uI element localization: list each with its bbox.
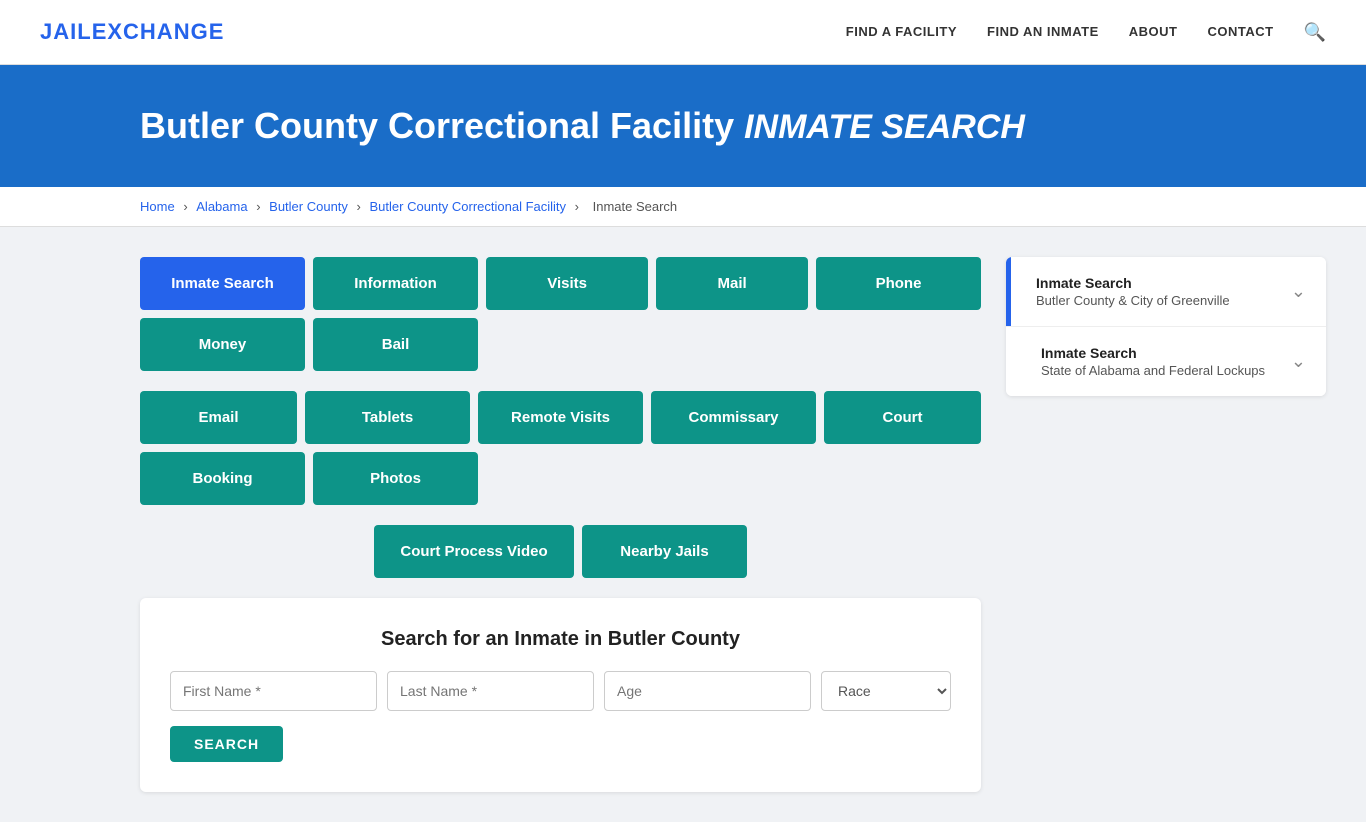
sidebar-card: Inmate Search Butler County & City of Gr… xyxy=(1006,257,1326,396)
navbar: JAILEXCHANGE FIND A FACILITY FIND AN INM… xyxy=(0,0,1366,65)
main-content: Inmate Search Information Visits Mail Ph… xyxy=(0,227,1366,822)
btn-booking[interactable]: Booking xyxy=(140,452,305,505)
sidebar-item-2-subtitle: State of Alabama and Federal Lockups xyxy=(1041,363,1291,378)
nav-find-inmate[interactable]: FIND AN INMATE xyxy=(987,24,1099,39)
chevron-down-icon-1: ⌄ xyxy=(1291,281,1306,302)
btn-visits[interactable]: Visits xyxy=(486,257,648,310)
logo[interactable]: JAILEXCHANGE xyxy=(40,19,224,45)
blue-accent-bar xyxy=(1006,257,1011,326)
nav-links: FIND A FACILITY FIND AN INMATE ABOUT CON… xyxy=(846,22,1326,43)
breadcrumb: Home › Alabama › Butler County › Butler … xyxy=(0,187,1366,227)
btn-information[interactable]: Information xyxy=(313,257,478,310)
search-icon[interactable]: 🔍 xyxy=(1304,22,1326,42)
sidebar-item-butler-county[interactable]: Inmate Search Butler County & City of Gr… xyxy=(1006,257,1326,327)
sidebar-item-alabama[interactable]: Inmate Search State of Alabama and Feder… xyxy=(1006,327,1326,396)
breadcrumb-home[interactable]: Home xyxy=(140,199,175,214)
breadcrumb-alabama[interactable]: Alabama xyxy=(196,199,247,214)
breadcrumb-current: Inmate Search xyxy=(593,199,678,214)
hero-title-em: INMATE SEARCH xyxy=(744,108,1025,146)
btn-court-process-video[interactable]: Court Process Video xyxy=(374,525,574,578)
btn-commissary[interactable]: Commissary xyxy=(651,391,816,444)
btn-mail[interactable]: Mail xyxy=(656,257,808,310)
breadcrumb-butler-county[interactable]: Butler County xyxy=(269,199,348,214)
btn-remote-visits[interactable]: Remote Visits xyxy=(478,391,643,444)
btn-photos[interactable]: Photos xyxy=(313,452,478,505)
chevron-down-icon-2: ⌄ xyxy=(1291,351,1306,372)
first-name-input[interactable] xyxy=(170,671,377,711)
nav-buttons-row1: Inmate Search Information Visits Mail Ph… xyxy=(140,257,981,371)
btn-email[interactable]: Email xyxy=(140,391,297,444)
breadcrumb-sep-2: › xyxy=(256,199,264,214)
btn-tablets[interactable]: Tablets xyxy=(305,391,470,444)
logo-suffix: EXCHANGE xyxy=(92,19,225,44)
age-input[interactable] xyxy=(604,671,811,711)
search-card: Search for an Inmate in Butler County Ra… xyxy=(140,598,981,792)
breadcrumb-facility[interactable]: Butler County Correctional Facility xyxy=(370,199,567,214)
hero-title: Butler County Correctional Facility INMA… xyxy=(140,105,1326,147)
btn-phone[interactable]: Phone xyxy=(816,257,981,310)
btn-bail[interactable]: Bail xyxy=(313,318,478,371)
nav-buttons-row2: Email Tablets Remote Visits Commissary C… xyxy=(140,391,981,505)
search-title: Search for an Inmate in Butler County xyxy=(170,628,951,651)
nav-buttons-row3: Court Process Video Nearby Jails xyxy=(140,525,981,578)
breadcrumb-sep-3: › xyxy=(357,199,365,214)
sidebar-item-2-title: Inmate Search xyxy=(1041,345,1291,361)
sidebar-row-text-1: Inmate Search Butler County & City of Gr… xyxy=(1026,275,1291,308)
sidebar-item-1-subtitle: Butler County & City of Greenville xyxy=(1036,293,1291,308)
btn-inmate-search[interactable]: Inmate Search xyxy=(140,257,305,310)
btn-court[interactable]: Court xyxy=(824,391,981,444)
search-form-row: Race xyxy=(170,671,951,711)
btn-nearby-jails[interactable]: Nearby Jails xyxy=(582,525,747,578)
hero-title-main: Butler County Correctional Facility xyxy=(140,105,734,146)
search-button[interactable]: SEARCH xyxy=(170,726,283,762)
last-name-input[interactable] xyxy=(387,671,594,711)
right-sidebar: Inmate Search Butler County & City of Gr… xyxy=(1006,257,1326,792)
breadcrumb-sep-4: › xyxy=(575,199,583,214)
hero-banner: Butler County Correctional Facility INMA… xyxy=(0,65,1366,187)
breadcrumb-sep-1: › xyxy=(183,199,191,214)
sidebar-row-text-2: Inmate Search State of Alabama and Feder… xyxy=(1026,345,1291,378)
race-select[interactable]: Race xyxy=(821,671,951,711)
nav-about[interactable]: ABOUT xyxy=(1129,24,1178,39)
logo-prefix: JAIL xyxy=(40,19,92,44)
nav-contact[interactable]: CONTACT xyxy=(1207,24,1273,39)
left-column: Inmate Search Information Visits Mail Ph… xyxy=(140,257,981,792)
nav-find-facility[interactable]: FIND A FACILITY xyxy=(846,24,957,39)
btn-money[interactable]: Money xyxy=(140,318,305,371)
sidebar-item-1-title: Inmate Search xyxy=(1036,275,1291,291)
